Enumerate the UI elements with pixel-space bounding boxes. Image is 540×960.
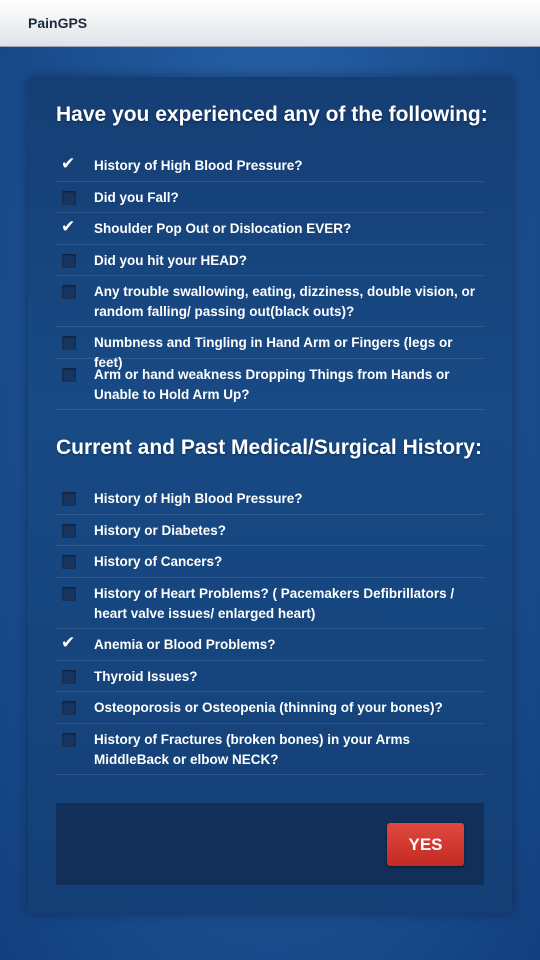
checklist-item-label: History of Heart Problems? ( Pacemakers … — [94, 586, 455, 621]
checkmark-icon: ✔ — [61, 154, 76, 173]
checklist-item-label: History of Fractures (broken bones) in y… — [94, 732, 411, 767]
checklist-item[interactable]: Osteoporosis or Osteopenia (thinning of … — [56, 692, 484, 724]
symptoms-checklist: ✔ History of High Blood Pressure? Did you … — [56, 150, 484, 410]
checkbox-checked[interactable]: ✔ — [61, 155, 76, 173]
section-title-history: Current and Past Medical/Surgical Histor… — [56, 436, 482, 459]
checklist-item-label: Did you hit your HEAD? — [94, 253, 247, 268]
checklist-item-label: History or Diabetes? — [94, 523, 227, 538]
checkbox[interactable] — [62, 587, 76, 601]
checklist-item-label: Any trouble swallowing, eating, dizzines… — [94, 284, 476, 319]
checklist-item[interactable]: Arm or hand weakness Dropping Things fro… — [56, 359, 484, 410]
history-checklist: History of High Blood Pressure? History o… — [56, 483, 484, 775]
footer-bar: YES — [56, 803, 484, 885]
checklist-item-label: Anemia or Blood Problems? — [94, 637, 276, 652]
checklist-item[interactable]: Thyroid Issues? — [56, 661, 484, 692]
checklist-item[interactable]: Did you hit your HEAD? — [56, 245, 484, 276]
checkbox-checked[interactable]: ✔ — [61, 634, 76, 652]
checklist-item[interactable]: ✔ History of High Blood Pressure? — [56, 150, 484, 182]
checkbox[interactable] — [62, 285, 76, 299]
checkbox[interactable] — [62, 191, 76, 205]
checkmark-icon: ✔ — [61, 217, 76, 236]
checklist-item[interactable]: Did you Fall? — [56, 182, 484, 213]
checklist-item[interactable]: History of Cancers? — [56, 546, 484, 578]
checkbox[interactable] — [62, 524, 76, 538]
checkbox[interactable] — [62, 555, 76, 569]
checklist-item-label: History of High Blood Pressure? — [94, 158, 303, 173]
checklist-item-label: History of Cancers? — [94, 554, 223, 569]
checklist-item-label: Did you Fall? — [94, 190, 179, 205]
checkbox[interactable] — [62, 368, 76, 382]
checklist-item[interactable]: ✔ Shoulder Pop Out or Dislocation EVER? — [56, 213, 484, 245]
checklist-item-label: Shoulder Pop Out or Dislocation EVER? — [94, 221, 352, 236]
checklist-item[interactable]: History of High Blood Pressure? — [56, 483, 484, 515]
checklist-item-label: Thyroid Issues? — [94, 669, 198, 684]
checkmark-icon: ✔ — [61, 633, 76, 652]
checkbox[interactable] — [62, 701, 76, 715]
checklist-item-label: Arm or hand weakness Dropping Things fro… — [94, 367, 450, 402]
app-title: PainGPS — [28, 15, 88, 31]
checkbox[interactable] — [62, 733, 76, 747]
checklist-item[interactable]: History of Fractures (broken bones) in y… — [56, 724, 484, 775]
checkbox[interactable] — [62, 670, 76, 684]
checklist-item[interactable]: History of Heart Problems? ( Pacemakers … — [56, 578, 484, 629]
checkbox-checked[interactable]: ✔ — [61, 218, 76, 236]
checklist-item[interactable]: Any trouble swallowing, eating, dizzines… — [56, 276, 484, 327]
checklist-item[interactable]: Numbness and Tingling in Hand Arm or Fin… — [56, 327, 484, 370]
checklist-item[interactable]: History or Diabetes? — [56, 515, 484, 546]
section-title-symptoms: Have you experienced any of the followin… — [56, 103, 488, 126]
checkbox[interactable] — [62, 492, 76, 506]
top-bar: PainGPS — [0, 0, 540, 47]
questionnaire-panel: Have you experienced any of the followin… — [28, 77, 512, 913]
checklist-item-label: Osteoporosis or Osteopenia (thinning of … — [94, 700, 443, 715]
checkbox[interactable] — [62, 336, 76, 350]
yes-button[interactable]: YES — [387, 823, 464, 866]
checklist-item[interactable]: ✔ Anemia or Blood Problems? — [56, 629, 484, 661]
checklist-item-label: History of High Blood Pressure? — [94, 491, 303, 506]
checkbox[interactable] — [62, 254, 76, 268]
